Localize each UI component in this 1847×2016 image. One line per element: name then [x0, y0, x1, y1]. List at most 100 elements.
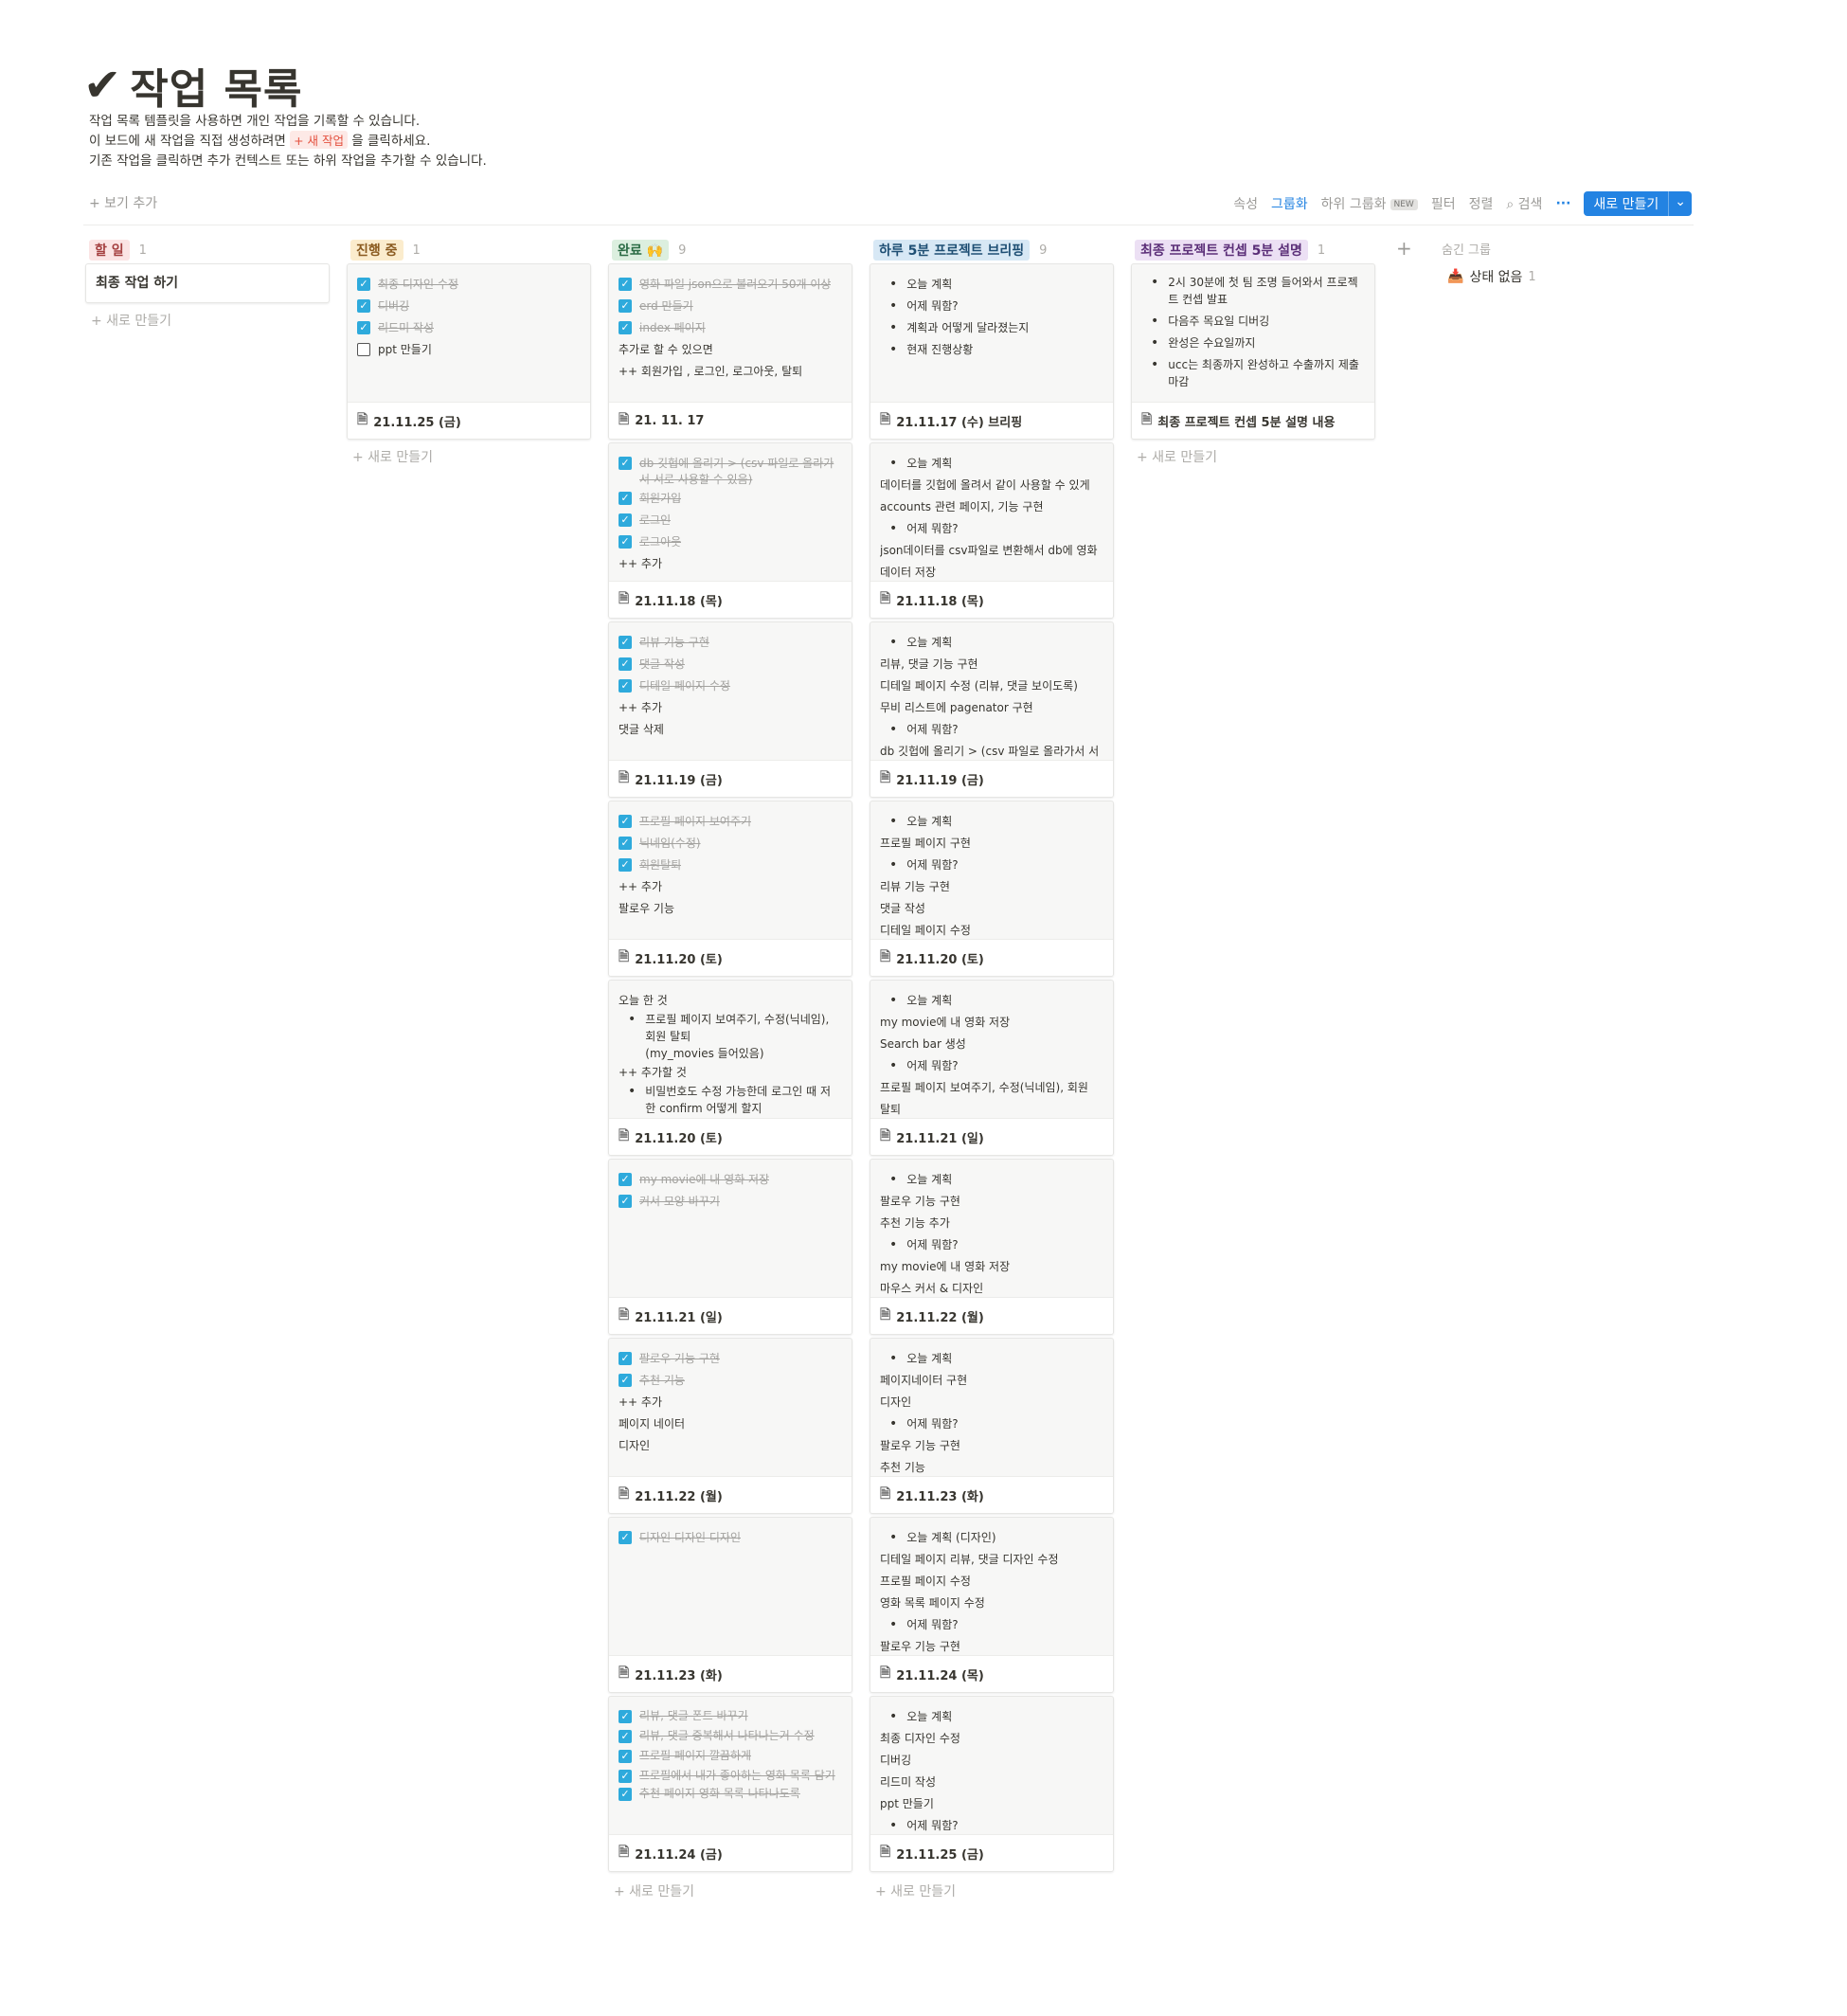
- checkbox-checked-icon[interactable]: ✓: [619, 1750, 632, 1763]
- checklist-item[interactable]: ✓ 닉네임(수정): [619, 833, 842, 855]
- column-header-todo[interactable]: 할 일 1: [89, 240, 147, 261]
- checkbox-unchecked-icon[interactable]: [357, 343, 370, 356]
- checkbox-checked-icon[interactable]: ✓: [619, 1710, 632, 1723]
- card-brief-2[interactable]: • 오늘 계획 데이터를 깃헙에 올려서 같이 사용할 수 있게 accounts 관…: [870, 442, 1114, 619]
- checklist-item[interactable]: ✓ erd 만들기: [619, 296, 842, 317]
- column-header-done[interactable]: 완료 🙌 9: [612, 240, 686, 261]
- checkbox-checked-icon[interactable]: ✓: [619, 1730, 632, 1743]
- checklist-item[interactable]: ✓ 리뷰, 댓글 폰트 바꾸기: [619, 1706, 842, 1726]
- checklist-item[interactable]: ✓ 프로필 페이지 보여주기: [619, 811, 842, 833]
- checkbox-checked-icon[interactable]: ✓: [619, 492, 632, 505]
- checkbox-checked-icon[interactable]: ✓: [619, 657, 632, 671]
- text-line: 영화 목록 페이지 수정: [880, 1596, 985, 1610]
- checklist-item[interactable]: ppt 만들기: [357, 339, 581, 361]
- column-header-brief[interactable]: 하루 5분 프로젝트 브리핑 9: [873, 240, 1047, 261]
- checklist-item[interactable]: ✓ 회원탈퇴: [619, 855, 842, 876]
- checkbox-checked-icon[interactable]: ✓: [619, 513, 632, 527]
- card-brief-5[interactable]: • 오늘 계획 my movie에 내 영화 저장 Search bar 생성 • 어제 …: [870, 980, 1114, 1156]
- checkbox-checked-icon[interactable]: ✓: [619, 457, 632, 470]
- checklist-item[interactable]: ✓ 커서 모양 바꾸기: [619, 1191, 842, 1213]
- checkbox-checked-icon[interactable]: ✓: [619, 535, 632, 549]
- column-header-progress[interactable]: 진행 중 1: [350, 240, 421, 261]
- card-progress[interactable]: ✓ 최종 디자인 수정 ✓ 디버깅 ✓ 리드미 작성 ppt 만들기 🗎 21.11.2…: [347, 263, 591, 440]
- card-brief-9[interactable]: • 오늘 계획 최종 디자인 수정 디버깅 리드미 작성 ppt 만들기 • 어제 뭐함? 🗎 2…: [870, 1696, 1114, 1872]
- add-group-button[interactable]: +: [1396, 237, 1412, 260]
- sort-button[interactable]: 정렬: [1469, 194, 1494, 213]
- checklist-item[interactable]: ✓ 영화 파일 json으로 불러오기 50개 이상: [619, 274, 842, 296]
- checklist-item[interactable]: ✓ 디버깅: [357, 296, 581, 317]
- checklist-item[interactable]: ✓ my movie에 내 영화 저장: [619, 1169, 842, 1191]
- checklist-item[interactable]: ✓ 디자인 디자인 디자인: [619, 1527, 842, 1549]
- checkbox-checked-icon[interactable]: ✓: [619, 321, 632, 334]
- card-todo[interactable]: 최종 작업 하기: [85, 263, 330, 303]
- checklist-item[interactable]: ✓ 로그아웃: [619, 531, 842, 553]
- checklist-item[interactable]: ✓ 리뷰 기능 구현: [619, 632, 842, 654]
- card-brief-3[interactable]: • 오늘 계획 리뷰, 댓글 기능 구현 디테일 페이지 수정 (리뷰, 댓글 보이도…: [870, 621, 1114, 798]
- new-button[interactable]: 새로 만들기 ⌄: [1584, 191, 1692, 216]
- hidden-group-no-status[interactable]: 📥 상태 없음 1: [1447, 267, 1536, 286]
- checkbox-checked-icon[interactable]: ✓: [619, 1374, 632, 1387]
- checkbox-checked-icon[interactable]: ✓: [619, 679, 632, 693]
- chevron-down-icon[interactable]: ⌄: [1668, 191, 1692, 216]
- checkbox-checked-icon[interactable]: ✓: [357, 278, 370, 291]
- checkbox-checked-icon[interactable]: ✓: [619, 837, 632, 850]
- subgroup-button[interactable]: 하위 그룹화 NEW: [1321, 194, 1418, 213]
- new-item-progress[interactable]: + 새로 만들기: [352, 447, 433, 466]
- checklist-item[interactable]: ✓ 리드미 작성: [357, 317, 581, 339]
- checkbox-checked-icon[interactable]: ✓: [357, 299, 370, 313]
- checkbox-checked-icon[interactable]: ✓: [619, 1531, 632, 1544]
- checkbox-checked-icon[interactable]: ✓: [619, 278, 632, 291]
- add-view-button[interactable]: + 보기 추가: [89, 193, 157, 212]
- checkbox-checked-icon[interactable]: ✓: [619, 815, 632, 828]
- checklist-item[interactable]: ✓ 프로필 페이지 깔끔하게: [619, 1746, 842, 1766]
- card-done-8[interactable]: ✓ 디자인 디자인 디자인 🗎 21.11.23 (화): [608, 1517, 852, 1693]
- new-item-todo[interactable]: + 새로 만들기: [91, 311, 171, 330]
- card-brief-4[interactable]: • 오늘 계획 프로필 페이지 구현 • 어제 뭐함? 리뷰 기능 구현 댓글 작성 디테일 …: [870, 801, 1114, 977]
- checklist-item[interactable]: ✓ db 깃헙에 올리기 > (csv 파일로 올라가서 서로 사용할 수 있음): [619, 453, 842, 488]
- card-done-2[interactable]: ✓ db 깃헙에 올리기 > (csv 파일로 올라가서 서로 사용할 수 있음)…: [608, 442, 852, 619]
- new-button-label[interactable]: 새로 만들기: [1584, 191, 1668, 216]
- filter-button[interactable]: 필터: [1431, 194, 1456, 213]
- checklist-item[interactable]: ✓ 추천 기능: [619, 1370, 842, 1392]
- card-done-1[interactable]: ✓ 영화 파일 json으로 불러오기 50개 이상 ✓ erd 만들기 ✓ inde…: [608, 263, 852, 440]
- checklist-item[interactable]: ✓ 추천 페이지 영화 목록 나타나도록: [619, 1784, 842, 1804]
- text-line: 프로필 페이지 구현: [880, 837, 971, 850]
- card-done-9[interactable]: ✓ 리뷰, 댓글 폰트 바꾸기 ✓ 리뷰, 댓글 중복해서 나타나는거 수정 ✓ 프로…: [608, 1696, 852, 1872]
- card-brief-6[interactable]: • 오늘 계획 팔로우 기능 구현 추천 기능 추가 • 어제 뭐함? my movie에 …: [870, 1159, 1114, 1335]
- more-options-button[interactable]: ···: [1555, 196, 1570, 211]
- checkbox-checked-icon[interactable]: ✓: [619, 1788, 632, 1801]
- card-done-3[interactable]: ✓ 리뷰 기능 구현 ✓ 댓글 작성 ✓ 디테일 페이지 수정 ++ 추가 댓글 삭제…: [608, 621, 852, 798]
- card-done-6[interactable]: ✓ my movie에 내 영화 저장 ✓ 커서 모양 바꾸기 🗎 21.11.21 …: [608, 1159, 852, 1335]
- group-button[interactable]: 그룹화: [1271, 194, 1308, 213]
- checkbox-checked-icon[interactable]: ✓: [619, 858, 632, 872]
- card-final[interactable]: • 2시 30분에 첫 팀 조명 들어와서 프로젝 트 컨셉 발표 • 다음주 목요일…: [1131, 263, 1375, 440]
- card-brief-8[interactable]: • 오늘 계획 (디자인) 디테일 페이지 리뷰, 댓글 디자인 수정 프로필 페이지…: [870, 1517, 1114, 1693]
- card-brief-1[interactable]: • 오늘 계획 • 어제 뭐함? • 계획과 어떻게 달라졌는지 • 현재 진행상황 🗎 21.1…: [870, 263, 1114, 440]
- checklist-item[interactable]: ✓ 회원가입: [619, 488, 842, 510]
- checkbox-checked-icon[interactable]: ✓: [619, 1770, 632, 1783]
- checkbox-checked-icon[interactable]: ✓: [619, 299, 632, 313]
- checkbox-checked-icon[interactable]: ✓: [619, 1173, 632, 1186]
- new-item-brief[interactable]: + 새로 만들기: [875, 1881, 956, 1900]
- checklist-item[interactable]: ✓ 디테일 페이지 수정: [619, 675, 842, 697]
- card-done-5[interactable]: 오늘 한 것 • 프로필 페이지 보여주기, 수정(닉네임), 회원 탈퇴 (my_m…: [608, 980, 852, 1156]
- checklist-item[interactable]: ✓ 팔로우 기능 구현: [619, 1348, 842, 1370]
- checkbox-checked-icon[interactable]: ✓: [619, 1195, 632, 1208]
- checkbox-checked-icon[interactable]: ✓: [357, 321, 370, 334]
- properties-button[interactable]: 속성: [1233, 194, 1258, 213]
- checklist-item[interactable]: ✓ index 페이지: [619, 317, 842, 339]
- column-header-final[interactable]: 최종 프로젝트 컨셉 5분 설명 1: [1135, 240, 1325, 261]
- card-done-4[interactable]: ✓ 프로필 페이지 보여주기 ✓ 닉네임(수정) ✓ 회원탈퇴 ++ 추가 팔로우 기…: [608, 801, 852, 977]
- checklist-item[interactable]: ✓ 최종 디자인 수정: [357, 274, 581, 296]
- checklist-item[interactable]: ✓ 리뷰, 댓글 중복해서 나타나는거 수정: [619, 1726, 842, 1746]
- checklist-item[interactable]: ✓ 프로필에서 내가 좋아하는 영화 목록 담기: [619, 1766, 842, 1784]
- new-item-done[interactable]: + 새로 만들기: [614, 1881, 694, 1900]
- checklist-item[interactable]: ✓ 로그인: [619, 510, 842, 531]
- card-done-7[interactable]: ✓ 팔로우 기능 구현 ✓ 추천 기능 ++ 추가 페이지 네이터 디자인 🗎 21.…: [608, 1338, 852, 1514]
- checkbox-checked-icon[interactable]: ✓: [619, 636, 632, 649]
- card-brief-7[interactable]: • 오늘 계획 페이지네이터 구현 디자인 • 어제 뭐함? 팔로우 기능 구현 추천 기능 🗎…: [870, 1338, 1114, 1514]
- checkbox-checked-icon[interactable]: ✓: [619, 1352, 632, 1365]
- checklist-item[interactable]: ✓ 댓글 작성: [619, 654, 842, 675]
- new-item-final[interactable]: + 새로 만들기: [1137, 447, 1217, 466]
- search-button[interactable]: ⌕ 검색: [1506, 194, 1542, 213]
